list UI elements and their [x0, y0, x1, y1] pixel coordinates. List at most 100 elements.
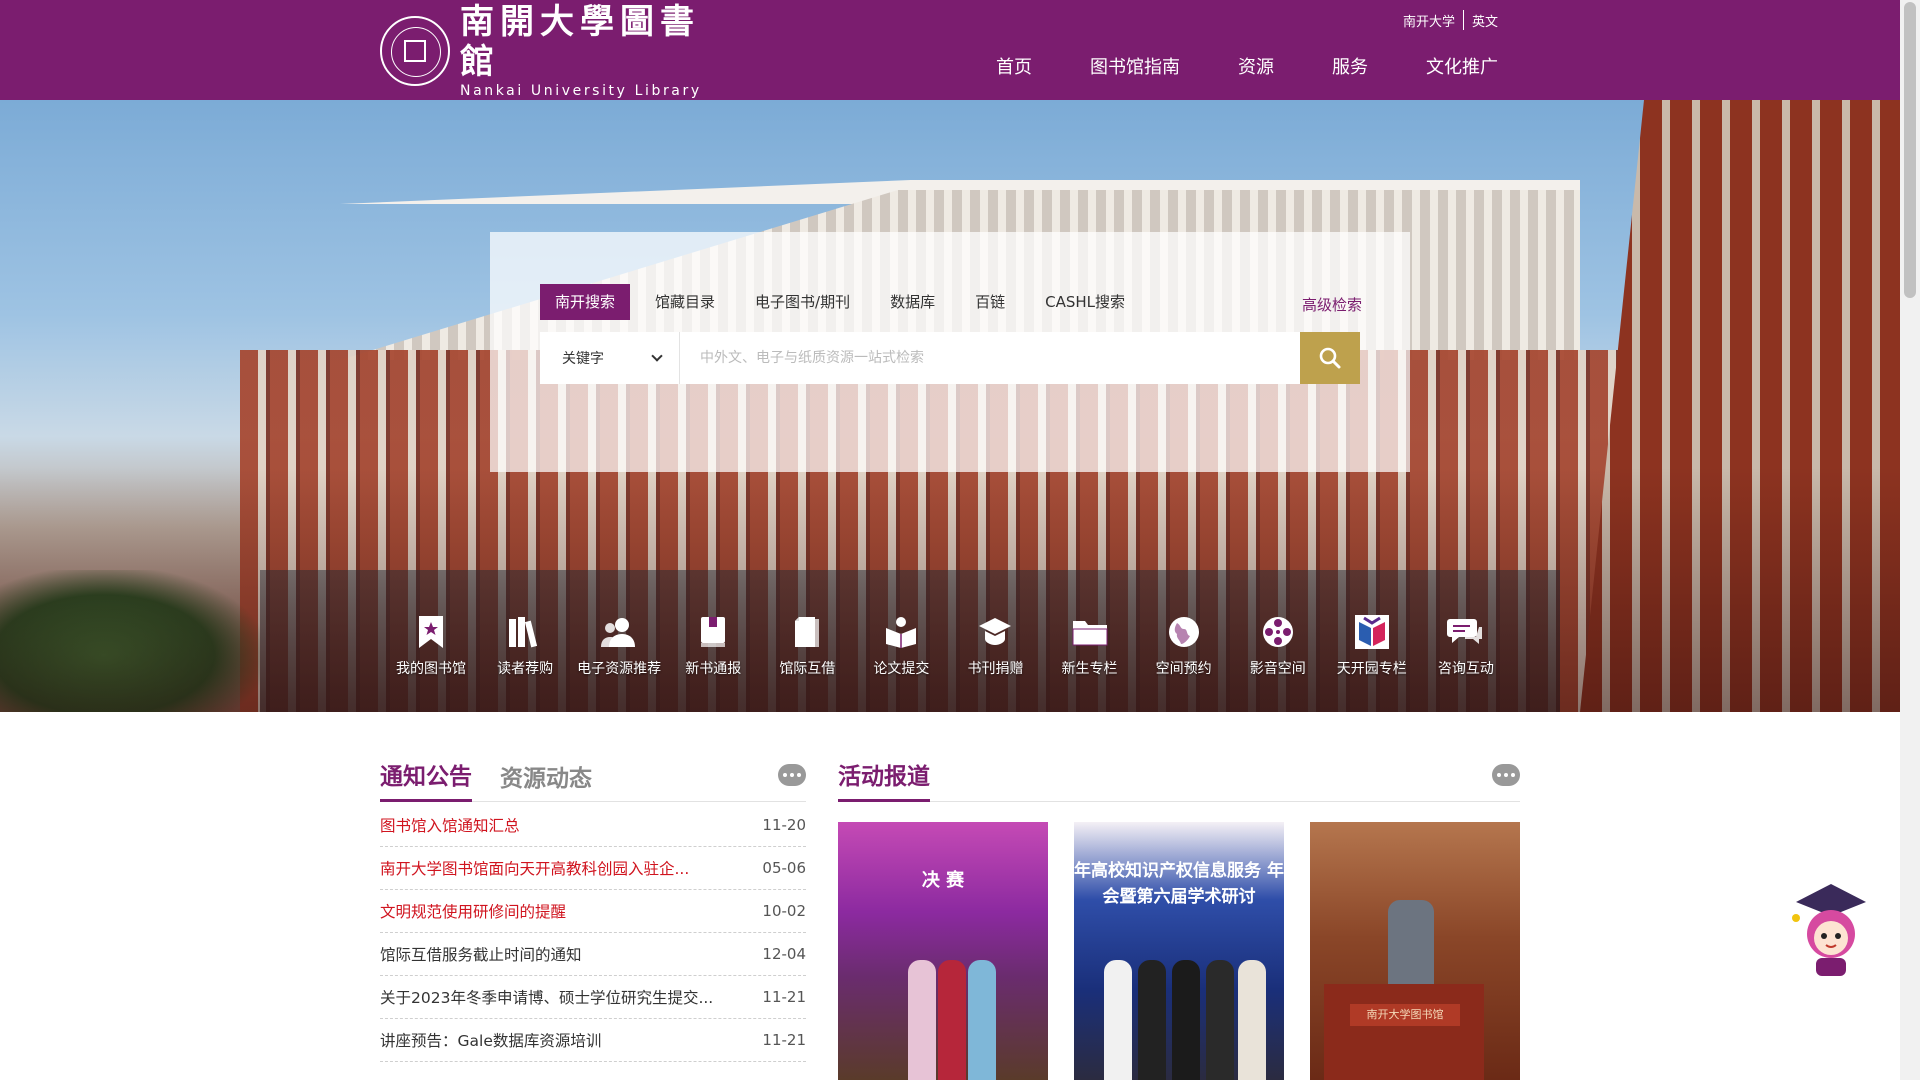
- report-card-photo[interactable]: 南开大学图书馆: [1310, 822, 1520, 1080]
- document-icon: [795, 617, 820, 647]
- notice-title: 馆际互借服务截止时间的通知: [380, 946, 582, 964]
- graduation-cap-icon: [979, 618, 1012, 645]
- search-field-select[interactable]: 关键字: [540, 332, 680, 384]
- quick-link-space-booking[interactable]: 空间预约: [1139, 612, 1229, 692]
- chat-icon: [1446, 619, 1482, 644]
- top-links: 南开大学 英文: [1403, 10, 1498, 30]
- search-tabs: 南开搜索 馆藏目录 电子图书/期刊 数据库 百链 CASHL搜索: [540, 284, 1150, 320]
- chat-assistant-mascot[interactable]: [1786, 882, 1876, 982]
- notice-title: 文明规范使用研修间的提醒: [380, 903, 567, 921]
- list-item[interactable]: 图书馆入馆通知汇总 11-20: [380, 804, 806, 847]
- quick-link-tiankai-park[interactable]: 天开园专栏: [1327, 612, 1417, 692]
- quick-link-my-library[interactable]: 我的图书馆: [386, 612, 476, 692]
- search-tab-bailian[interactable]: 百链: [960, 284, 1020, 320]
- list-item[interactable]: 讲座预告：Gale数据库资源培训 11-21: [380, 1019, 806, 1062]
- quick-link-thesis-submit[interactable]: 论文提交: [856, 612, 946, 692]
- quick-link-e-resource-recommend[interactable]: 电子资源推荐: [574, 612, 664, 692]
- report-card-caption: 决 赛: [921, 870, 965, 891]
- quick-link-label: 新书通报: [685, 661, 742, 677]
- quick-link-label: 咨询互动: [1437, 661, 1494, 677]
- notice-title: 南开大学图书馆面向天开高教科创园入驻企...: [380, 860, 690, 878]
- globe-icon: [1168, 617, 1199, 647]
- book-icon: [701, 617, 726, 647]
- notice-date: 11-21: [762, 988, 806, 1006]
- list-item[interactable]: 南开大学图书馆面向天开高教科创园入驻企... 05-06: [380, 847, 806, 890]
- notice-title: 图书馆入馆通知汇总: [380, 817, 520, 835]
- quick-link-label: 书刊捐赠: [967, 661, 1024, 677]
- quick-link-label: 影音空间: [1249, 661, 1306, 677]
- report-cards: 决 赛 年高校知识产权信息服务 年会暨第六届学术研讨 南开大学图书馆: [838, 822, 1520, 1080]
- chevron-down-icon: [651, 350, 663, 362]
- search-icon: [1319, 347, 1341, 369]
- podium-sign: 南开大学图书馆: [1350, 1004, 1460, 1026]
- list-item[interactable]: 关于2023年冬季申请博、硕士学位研究生提交... 11-21: [380, 976, 806, 1019]
- search-tab-ebooks[interactable]: 电子图书/期刊: [740, 284, 865, 320]
- tab-notices[interactable]: 通知公告: [380, 757, 472, 802]
- search-tab-cashl[interactable]: CASHL搜索: [1030, 284, 1140, 320]
- page-scrollbar[interactable]: [1900, 0, 1920, 1080]
- quick-link-label: 我的图书馆: [396, 661, 466, 677]
- more-icon[interactable]: [1492, 764, 1520, 786]
- film-reel-icon: [1262, 617, 1293, 647]
- nav-library-guide[interactable]: 图书馆指南: [1090, 56, 1180, 80]
- notice-date: 11-21: [762, 1031, 806, 1049]
- open-book-icon: [886, 617, 917, 648]
- advanced-search-link[interactable]: 高级检索: [1302, 294, 1362, 315]
- quick-link-label: 馆际互借: [779, 661, 836, 677]
- link-english[interactable]: 英文: [1472, 11, 1498, 30]
- quick-link-label: 新生专栏: [1061, 661, 1118, 677]
- quick-link-label: 空间预约: [1155, 661, 1212, 677]
- folder-icon: [1072, 621, 1108, 646]
- university-seal-icon: [380, 16, 450, 86]
- search-field-value: 关键字: [562, 351, 604, 367]
- logo-chinese-name: 南開大學圖書館: [460, 2, 700, 82]
- main-nav: 首页 图书馆指南 资源 服务 文化推广: [938, 56, 1498, 80]
- scrollbar-thumb[interactable]: [1904, 2, 1916, 298]
- divider: [1462, 10, 1464, 30]
- users-icon: [601, 618, 636, 647]
- report-card-photo[interactable]: 年高校知识产权信息服务 年会暨第六届学术研讨: [1074, 822, 1284, 1080]
- search-input[interactable]: [680, 332, 1300, 384]
- link-nankai-university[interactable]: 南开大学: [1403, 11, 1455, 30]
- nav-services[interactable]: 服务: [1332, 56, 1368, 80]
- search-tab-catalog[interactable]: 馆藏目录: [640, 284, 730, 320]
- more-icon[interactable]: [778, 764, 806, 786]
- logo-english-name: Nankai University Library: [460, 83, 702, 99]
- quick-link-freshman[interactable]: 新生专栏: [1045, 612, 1135, 692]
- list-item[interactable]: 文明规范使用研修间的提醒 10-02: [380, 890, 806, 933]
- search-tab-databases[interactable]: 数据库: [875, 284, 950, 320]
- nav-home[interactable]: 首页: [996, 56, 1032, 80]
- notice-title: 关于2023年冬季申请博、硕士学位研究生提交...: [380, 989, 714, 1007]
- search-bar: 关键字: [540, 332, 1360, 384]
- quick-link-consultation[interactable]: 咨询互动: [1421, 612, 1511, 692]
- quick-link-label: 读者荐购: [497, 661, 554, 677]
- reports-header: 活动报道: [838, 752, 1520, 802]
- tab-resource-news[interactable]: 资源动态: [500, 759, 592, 801]
- nav-resources[interactable]: 资源: [1238, 56, 1274, 80]
- quick-link-label: 论文提交: [873, 661, 930, 677]
- quick-link-new-books[interactable]: 新书通报: [668, 612, 758, 692]
- search-button[interactable]: [1300, 332, 1360, 384]
- nav-culture[interactable]: 文化推广: [1426, 56, 1498, 80]
- library-logo[interactable]: 南開大學圖書館 Nankai University Library: [380, 2, 710, 99]
- notice-list: 图书馆入馆通知汇总 11-20 南开大学图书馆面向天开高教科创园入驻企... 0…: [380, 804, 806, 1062]
- notice-date: 05-06: [762, 859, 806, 877]
- quick-link-label: 天开园专栏: [1336, 661, 1407, 677]
- tab-activity-reports[interactable]: 活动报道: [838, 757, 930, 802]
- reports-section: 活动报道 决 赛 年高校知识产权信息服务 年会暨第六届学术研讨 南开大学图书馆: [838, 752, 1520, 1080]
- search-panel: 南开搜索 馆藏目录 电子图书/期刊 数据库 百链 CASHL搜索 高级检索 关键…: [490, 232, 1410, 472]
- quick-link-label: 电子资源推荐: [577, 661, 662, 677]
- quick-links: 我的图书馆 读者荐购 电子资源推荐 新书通报 馆际互借 论文提交 书刊捐赠 新生…: [386, 612, 1511, 692]
- list-item[interactable]: 馆际互借服务截止时间的通知 12-04: [380, 933, 806, 976]
- report-card-photo[interactable]: 决 赛: [838, 822, 1048, 1080]
- quick-link-audio-video[interactable]: 影音空间: [1233, 612, 1323, 692]
- report-card-caption: 年高校知识产权信息服务 年会暨第六届学术研讨: [1074, 861, 1284, 907]
- notice-date: 11-20: [762, 816, 806, 834]
- notice-title: 讲座预告：Gale数据库资源培训: [380, 1032, 602, 1050]
- bookmark-icon: [419, 616, 443, 648]
- books-icon: [509, 617, 538, 648]
- quick-link-interlibrary-loan[interactable]: 馆际互借: [762, 612, 852, 692]
- quick-link-book-donation[interactable]: 书刊捐赠: [950, 612, 1040, 692]
- search-tab-nankai[interactable]: 南开搜索: [540, 284, 631, 320]
- quick-link-reader-recommend[interactable]: 读者荐购: [480, 612, 570, 692]
